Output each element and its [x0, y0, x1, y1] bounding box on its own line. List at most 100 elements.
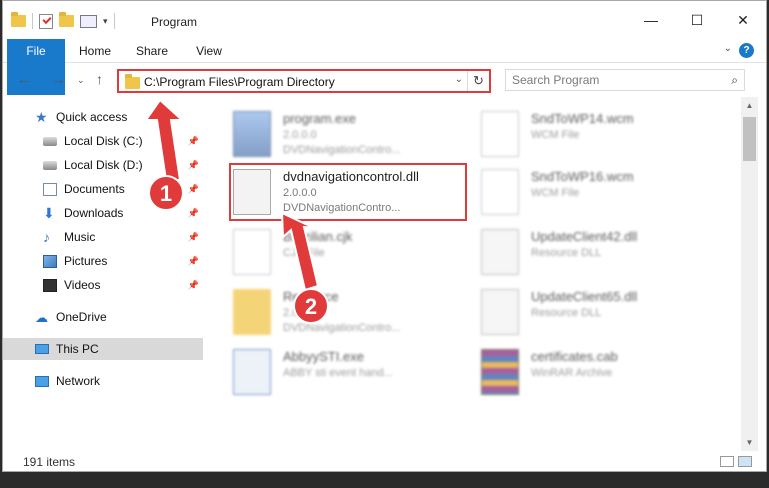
sidebar-item-this-pc[interactable]: This PC: [3, 338, 203, 360]
sidebar-item-label: Music: [64, 230, 96, 244]
title-bar: ▾ Program — ☐ ✕: [3, 1, 766, 39]
file-item[interactable]: program.exe 2.0.0.0 DVDNavigationContro.…: [233, 107, 469, 163]
folder-icon: [233, 289, 271, 335]
close-button[interactable]: ✕: [720, 1, 766, 39]
window-title: Program: [151, 15, 198, 29]
search-input[interactable]: [512, 73, 712, 87]
help-icon[interactable]: ?: [739, 43, 754, 58]
customize-qat-chevron-icon[interactable]: ▾: [103, 16, 108, 27]
details-view-icon[interactable]: [720, 456, 734, 467]
tab-view[interactable]: View: [187, 39, 231, 63]
file-item[interactable]: AbbyySTI.exe ABBY sti event hand...: [233, 345, 469, 401]
file-item[interactable]: UpdateClient65.dll Resource DLL: [481, 285, 717, 341]
sidebar-item-videos[interactable]: Videos 📌: [3, 274, 203, 296]
forward-arrow-icon[interactable]: →: [51, 71, 65, 87]
file-name: AbbyySTI.exe: [283, 349, 364, 364]
scroll-up-icon[interactable]: ▲: [741, 97, 758, 114]
file-item[interactable]: SndToWP14.wcm WCM File: [481, 107, 717, 163]
sidebar-item-local-disk-d[interactable]: Local Disk (D:) 📌: [3, 154, 203, 176]
scroll-thumb[interactable]: [743, 117, 756, 161]
item-count: 191 items: [23, 455, 76, 469]
properties-check-icon[interactable]: [39, 13, 53, 29]
sidebar-item-downloads[interactable]: ⬇ Downloads 📌: [3, 202, 203, 224]
file-item[interactable]: UpdateClient42.dll Resource DLL: [481, 225, 717, 281]
sidebar-item-pictures[interactable]: Pictures 📌: [3, 250, 203, 272]
highlight-box-dll: [229, 163, 467, 221]
sidebar-item-documents[interactable]: Documents 📌: [3, 178, 203, 200]
file-detail: WCM File: [531, 187, 580, 199]
navigation-pane: ★ Quick access Local Disk (C:) 📌 Local D…: [3, 101, 207, 449]
maximize-button[interactable]: ☐: [674, 1, 720, 39]
refresh-icon[interactable]: ↻: [467, 71, 489, 91]
file-item[interactable]: certificates.cab WinRAR Archive: [481, 345, 717, 401]
address-dropdown-chevron-icon[interactable]: ⌄: [455, 74, 463, 85]
downloads-icon: ⬇: [43, 204, 55, 221]
file-name: Brazilian.cjk: [283, 229, 353, 244]
vertical-scrollbar[interactable]: ▲ ▼: [741, 97, 758, 451]
pin-icon[interactable]: 📌: [188, 280, 199, 291]
file-item[interactable]: SndToWP16.wcm WCM File: [481, 165, 717, 221]
file-name: program.exe: [283, 111, 356, 126]
network-icon: [35, 375, 49, 387]
window-controls: — ☐ ✕: [628, 1, 766, 39]
file-name: SndToWP14.wcm: [531, 111, 634, 126]
view-toggle: [720, 456, 752, 467]
sidebar-item-label: Quick access: [56, 110, 128, 124]
music-icon: ♪: [43, 228, 50, 245]
minimize-button[interactable]: —: [628, 1, 674, 39]
back-arrow-icon[interactable]: ←: [17, 71, 31, 87]
sidebar-item-label: Network: [56, 374, 101, 388]
file-name: Resource: [283, 289, 339, 304]
file-item[interactable]: Resource 2.0.0.0 DVDNavigationContro...: [233, 285, 469, 341]
up-arrow-icon[interactable]: ↑: [96, 71, 103, 87]
ribbon-tabs: File Home Share View ⌄ ?: [3, 39, 766, 95]
file-detail: ABBY sti event hand...: [283, 367, 393, 379]
quick-access-toolbar: ▾: [11, 12, 115, 29]
new-folder-icon[interactable]: [59, 12, 74, 27]
pin-icon[interactable]: 📌: [188, 136, 199, 147]
scroll-down-icon[interactable]: ▼: [741, 434, 758, 451]
sidebar-item-music[interactable]: ♪ Music 📌: [3, 226, 203, 248]
separator: [113, 13, 115, 29]
large-icons-view-icon[interactable]: [738, 456, 752, 467]
file-detail: WinRAR Archive: [531, 367, 613, 379]
pin-icon[interactable]: 📌: [188, 232, 199, 243]
search-box[interactable]: ⌕: [505, 69, 745, 91]
sidebar-item-label: This PC: [56, 342, 99, 356]
pin-icon[interactable]: 📌: [188, 256, 199, 267]
file-item[interactable]: Brazilian.cjk CJK File: [233, 225, 469, 281]
sidebar-item-quick-access[interactable]: ★ Quick access: [3, 106, 203, 128]
explorer-window: ▾ Program — ☐ ✕ File Home Share View ⌄ ?…: [2, 0, 767, 472]
file-detail: 2.0.0.0: [283, 129, 317, 141]
sidebar-item-label: Pictures: [64, 254, 108, 268]
pictures-icon: [43, 254, 57, 268]
sidebar-item-local-disk-c[interactable]: Local Disk (C:) 📌: [3, 130, 203, 152]
onedrive-icon: ☁: [35, 309, 48, 325]
view-menu-icon[interactable]: [80, 14, 97, 28]
file-list: program.exe 2.0.0.0 DVDNavigationContro.…: [209, 101, 739, 449]
address-path[interactable]: C:\Program Files\Program Directory: [144, 75, 335, 89]
address-bar[interactable]: C:\Program Files\Program Directory ⌄ ↻: [117, 69, 491, 93]
sidebar-item-label: Local Disk (D:): [64, 158, 143, 172]
recent-locations-chevron-icon[interactable]: ⌄: [77, 75, 85, 86]
pin-icon[interactable]: 📌: [188, 184, 199, 195]
expand-ribbon-chevron-icon[interactable]: ⌄: [724, 43, 732, 54]
file-detail: Resource DLL: [531, 307, 602, 319]
file-detail: Resource DLL: [531, 247, 602, 259]
dll-gear-icon: [481, 289, 519, 335]
search-icon[interactable]: ⌕: [731, 73, 738, 88]
sidebar-item-network[interactable]: Network: [3, 370, 203, 392]
file-name: UpdateClient42.dll: [531, 229, 638, 244]
pin-icon[interactable]: 📌: [188, 160, 199, 171]
tab-share[interactable]: Share: [129, 39, 175, 63]
document-icon: [233, 229, 271, 275]
sidebar-item-label: Videos: [64, 278, 101, 292]
tab-home[interactable]: Home: [73, 39, 117, 63]
sidebar-item-label: Local Disk (C:): [64, 134, 143, 148]
sidebar-item-label: OneDrive: [56, 310, 107, 324]
separator: [32, 13, 33, 29]
sidebar-item-onedrive[interactable]: ☁ OneDrive: [3, 306, 203, 328]
pin-icon[interactable]: 📌: [188, 208, 199, 219]
documents-icon: [43, 182, 57, 196]
drive-icon: [43, 160, 57, 170]
